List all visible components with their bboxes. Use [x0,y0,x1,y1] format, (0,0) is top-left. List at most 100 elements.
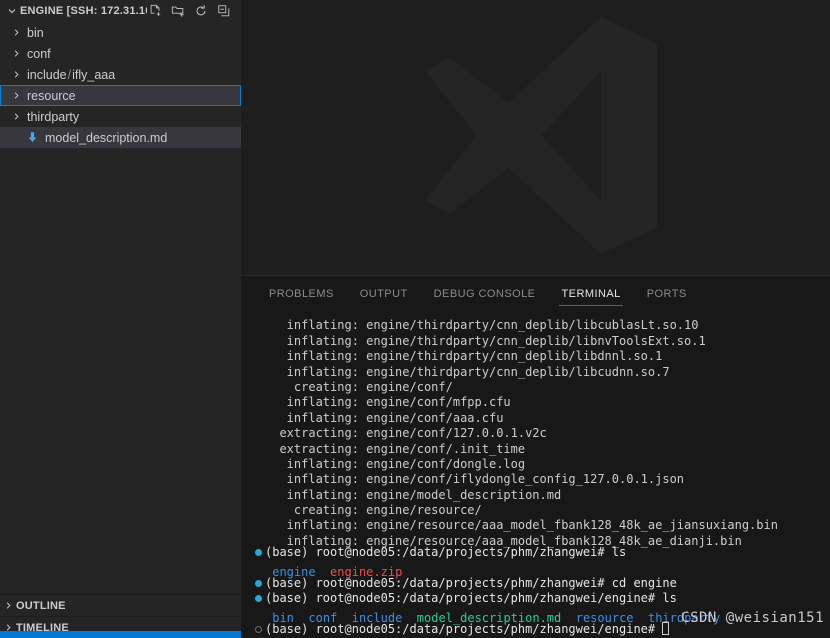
filled-dot-icon[interactable] [254,549,262,557]
terminal-line-text: inflating: engine/thirdparty/cnn_deplib/… [265,318,699,333]
vscode-window: ENGINE [SSH: 172.31.16... [0,0,830,638]
command-pending-decoration-icon [251,622,265,637]
terminal-span: inflating: engine/thirdparty/cnn_deplib/… [265,333,706,348]
status-bar-remote-indicator[interactable] [0,631,247,638]
terminal-gutter-spacer [251,468,265,483]
terminal-span: (base) root@node05:/data/projects/phm/zh… [265,575,677,590]
terminal-line: bin conf include model_description.md re… [241,606,830,625]
markdown-file-icon [24,130,40,146]
explorer-actions [147,3,237,19]
chevron-right-icon[interactable] [0,598,16,614]
terminal-line-text: (base) root@node05:/data/projects/phm/zh… [265,591,677,606]
filled-dot-icon[interactable] [254,595,262,603]
tab-problems[interactable]: PROBLEMS [259,276,344,311]
chevron-right-icon[interactable] [8,25,24,41]
tree-item-label: model_description.md [45,130,168,145]
terminal-line: (base) root@node05:/data/projects/phm/zh… [241,576,830,591]
tree-item-label: conf [27,46,51,61]
new-folder-icon[interactable] [170,3,186,19]
terminal-line-text: inflating: engine/conf/aaa.cfu [265,410,504,426]
terminal-line: engine engine.zip [241,560,830,579]
terminal-gutter-spacer [251,606,265,621]
terminal-span: creating: engine/conf/ [265,379,453,394]
tree-item-thirdparty[interactable]: thirdparty [0,106,241,127]
terminal-line-text: inflating: engine/resource/aaa_model_fba… [265,518,778,533]
tree-item-resource[interactable]: resource [0,85,241,106]
chevron-right-icon[interactable] [8,67,24,83]
terminal-line-text: inflating: engine/thirdparty/cnn_deplib/… [265,365,670,380]
tab-label: OUTPUT [359,287,408,300]
collapse-all-icon[interactable] [216,3,232,19]
terminal-line-text: creating: engine/resource/ [265,503,482,518]
tab-terminal[interactable]: TERMINAL [551,276,630,311]
terminal-span: inflating: engine/conf/aaa.cfu [265,410,504,425]
terminal-gutter-spacer [251,437,265,452]
terminal-span: inflating: engine/thirdparty/cnn_deplib/… [265,349,663,364]
terminal-gutter-spacer [251,329,265,344]
tab-output[interactable]: OUTPUT [350,276,418,311]
main-area: PROBLEMS OUTPUT DEBUG CONSOLE TERMINAL P… [241,0,830,638]
new-file-icon[interactable] [147,3,163,19]
command-success-decoration-icon [251,591,265,606]
terminal-line-text: inflating: engine/thirdparty/cnn_deplib/… [265,334,706,349]
bottom-panel: PROBLEMS OUTPUT DEBUG CONSOLE TERMINAL P… [241,275,830,638]
tree-item-include[interactable]: include/ifly_aaa [0,64,241,85]
chevron-right-icon[interactable] [8,46,24,62]
terminal-span: (base) root@node05:/data/projects/phm/zh… [265,545,627,560]
tree-item-label: include/ifly_aaa [24,68,115,82]
terminal-line-text: extracting: engine/conf/.init_time [265,442,525,457]
tree-item-label-part1: include [27,67,67,82]
terminal-span: inflating: engine/thirdparty/cnn_deplib/… [265,364,670,379]
terminal-line: (base) root@node05:/data/projects/phm/zh… [241,622,830,637]
filled-dot-icon[interactable] [254,579,262,587]
explorer-title: ENGINE [SSH: 172.31.16... [20,5,147,17]
terminal-gutter-spacer [251,345,265,360]
terminal-line-text: inflating: engine/conf/mfpp.cfu [265,395,511,410]
tree-item-label-part2: ifly_aaa [72,67,116,82]
explorer-sidebar: ENGINE [SSH: 172.31.16... [0,0,247,638]
terminal-line-text: (base) root@node05:/data/projects/phm/zh… [265,576,677,591]
terminal-gutter-spacer [251,391,265,406]
tree-item-label: thirdparty [27,109,80,124]
tab-label: PROBLEMS [269,287,334,300]
chevron-right-icon[interactable] [8,109,24,125]
terminal-span: extracting: engine/conf/.init_time [265,441,526,456]
sidebar-section-outline[interactable]: OUTLINE [0,594,241,616]
terminal-span: inflating: engine/conf/dongle.log [265,456,526,471]
terminal-span: extracting: engine/conf/127.0.0.1.v2c [265,426,547,441]
tab-label: DEBUG CONSOLE [433,287,536,300]
terminal-gutter-spacer [251,422,265,437]
tab-debug-console[interactable]: DEBUG CONSOLE [424,276,546,311]
terminal-line: (base) root@node05:/data/projects/phm/zh… [241,591,830,606]
terminal-line-text: creating: engine/conf/ [265,380,453,395]
terminal-output[interactable]: inflating: engine/thirdparty/cnn_deplib/… [241,311,830,638]
terminal-span: (base) root@node05:/data/projects/phm/zh… [265,591,677,606]
terminal-gutter-spacer [251,560,265,575]
terminal-line-text: inflating: engine/thirdparty/cnn_deplib/… [265,349,663,364]
terminal-span: creating: engine/resource/ [265,503,482,518]
terminal-line-text: extracting: engine/conf/127.0.0.1.v2c [265,426,547,441]
terminal-gutter-spacer [251,360,265,375]
hollow-dot-icon[interactable] [254,626,262,633]
tab-label: TERMINAL [561,287,621,300]
terminal-gutter-spacer [251,453,265,468]
panel-tab-bar: PROBLEMS OUTPUT DEBUG CONSOLE TERMINAL P… [241,276,830,311]
chevron-down-icon[interactable] [4,3,20,19]
explorer-section-header[interactable]: ENGINE [SSH: 172.31.16... [0,0,241,22]
command-success-decoration-icon [251,576,265,591]
terminal-gutter-spacer [251,499,265,514]
terminal-span: (base) root@node05:/data/projects/phm/zh… [265,622,663,636]
tree-item-label: bin [27,25,44,40]
sidebar-section-label: OUTLINE [16,599,66,612]
tree-item-bin[interactable]: bin [0,22,241,43]
refresh-icon[interactable] [193,3,209,19]
tab-ports[interactable]: PORTS [637,276,697,311]
chevron-right-icon[interactable] [8,88,24,104]
terminal-gutter-spacer [251,514,265,529]
tree-item-label: resource [27,88,76,103]
file-tree: bin conf include/ifly_aaa resource third… [0,22,241,594]
terminal-span: inflating: engine/model_description.md [265,487,562,502]
tree-item-model-description-md[interactable]: model_description.md [0,127,241,148]
tree-item-conf[interactable]: conf [0,43,241,64]
